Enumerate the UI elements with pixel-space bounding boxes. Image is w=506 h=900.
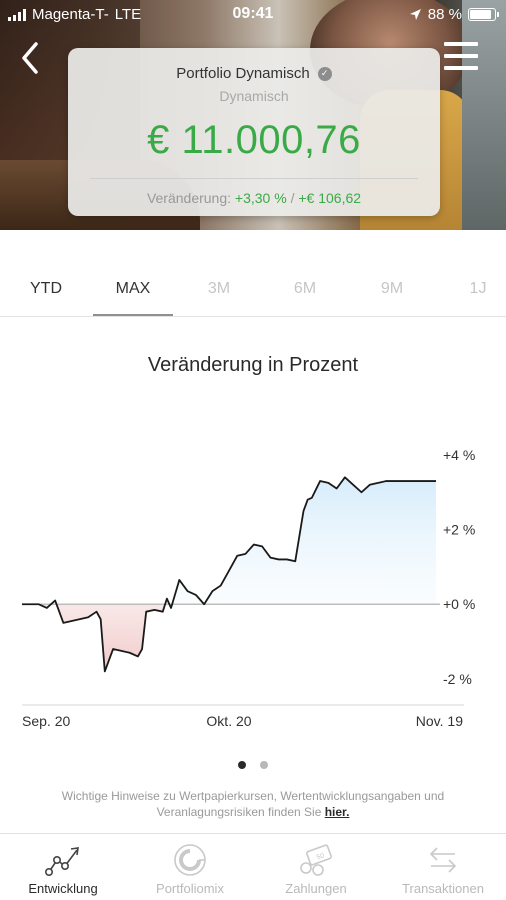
legal-notice: Wichtige Hinweise zu Wertpapierkursen, W… [20, 788, 486, 820]
chart-y-tick-label: +2 % [443, 522, 475, 538]
performance-chart[interactable]: +4 % +2 % +0 % -2 % Sep. 20 Okt. 20 Nov. 19 [0, 430, 506, 740]
portfolio-summary-card: Portfolio Dynamisch ✓ Dynamisch € 11.000… [68, 48, 440, 216]
hero-photo-window [462, 0, 506, 230]
chart-y-tick-label: +4 % [443, 447, 475, 463]
chart-y-tick-label: -2 % [443, 671, 472, 687]
nav-label: Entwicklung [28, 881, 98, 896]
pager-dot-1[interactable] [238, 761, 246, 769]
chart-x-tick-label: Okt. 20 [206, 713, 251, 729]
nav-entwicklung[interactable]: Entwicklung [3, 842, 123, 896]
menu-bar [444, 42, 478, 46]
transfer-arrows-icon [429, 847, 457, 873]
battery-icon [468, 8, 499, 21]
change-amount: +€ 106,62 [298, 190, 362, 206]
status-bar: Magenta-T- LTE 09:41 88 % [0, 0, 506, 30]
banknote-coins-icon: 50 [300, 844, 332, 876]
nav-label: Portfoliomix [156, 881, 224, 896]
menu-bar [444, 66, 478, 70]
portfolio-name: Portfolio Dynamisch [176, 65, 310, 82]
change-percent: +3,30 % [234, 190, 287, 206]
nav-portfoliomix[interactable]: Portfoliomix [130, 842, 250, 896]
chart-x-tick-label: Sep. 20 [22, 713, 70, 729]
pie-circle-icon [174, 844, 206, 876]
chart-y-tick-label: +0 % [443, 596, 475, 612]
menu-bar [444, 54, 478, 58]
tab-6m[interactable]: 6M [294, 280, 316, 298]
back-button[interactable] [14, 38, 48, 78]
nav-label: Transaktionen [402, 881, 484, 896]
legal-notice-link[interactable]: hier. [325, 805, 350, 819]
chart-pager [0, 761, 506, 769]
portfolio-name-row: Portfolio Dynamisch ✓ [68, 65, 440, 82]
nav-transaktionen[interactable]: Transaktionen [383, 842, 503, 896]
battery-percent: 88 % [427, 6, 462, 23]
time-range-tabs: YTD MAX 3M 6M 9M 1J [0, 270, 506, 317]
legal-notice-text: Wichtige Hinweise zu Wertpapierkursen, W… [61, 789, 445, 819]
tab-3m[interactable]: 3M [208, 280, 230, 298]
nav-label: Zahlungen [285, 881, 347, 896]
chart-title: Veränderung in Prozent [147, 354, 359, 376]
portfolio-change: Veränderung: +3,30 % / +€ 106,62 [68, 190, 440, 206]
chevron-left-icon [22, 42, 38, 74]
pager-dot-2[interactable] [260, 761, 268, 769]
change-separator: / [290, 190, 295, 206]
chart-area-positive [22, 477, 436, 605]
chart-x-tick-label: Nov. 19 [416, 713, 463, 729]
verified-check-icon: ✓ [317, 66, 332, 81]
bottom-navigation: Entwicklung Portfoliomix 50 Zahlungen Tr… [0, 833, 506, 900]
tab-max[interactable]: MAX [116, 280, 151, 298]
location-arrow-icon [409, 9, 421, 20]
tab-ytd[interactable]: YTD [30, 280, 62, 298]
menu-button[interactable] [444, 42, 478, 70]
card-divider [90, 178, 418, 179]
status-right: 88 % [409, 6, 499, 23]
trend-line-icon [44, 847, 79, 876]
tab-9m[interactable]: 9M [381, 280, 403, 298]
tab-1j[interactable]: 1J [470, 280, 487, 298]
portfolio-strategy: Dynamisch [219, 88, 289, 104]
nav-zahlungen[interactable]: 50 Zahlungen [256, 842, 376, 896]
active-tab-indicator [93, 314, 173, 316]
change-label: Veränderung: [146, 190, 232, 206]
portfolio-value: € 11.000,76 [147, 118, 361, 162]
